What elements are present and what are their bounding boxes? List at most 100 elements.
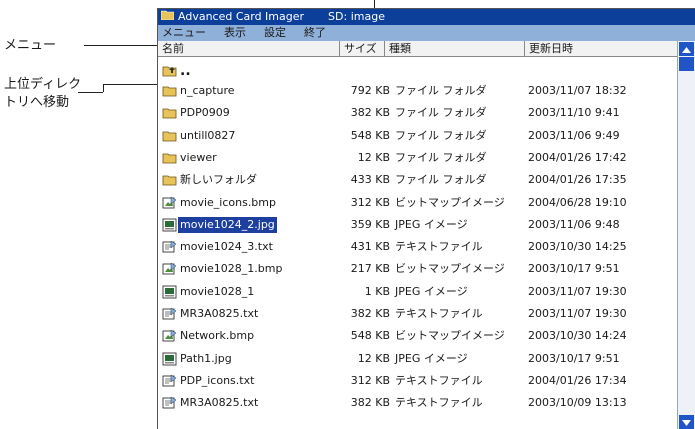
folder-icon xyxy=(160,9,175,25)
file-modified: 2003/10/30 14:24 xyxy=(528,329,627,343)
scroll-up-button[interactable] xyxy=(679,42,694,56)
text-file-icon xyxy=(162,240,177,254)
file-type: JPEG イメージ xyxy=(395,217,468,231)
file-row[interactable]: viewer 12 KB ファイル フォルダ 2004/01/26 17:42 xyxy=(158,148,678,168)
file-modified: 2003/11/10 9:41 xyxy=(528,106,620,120)
folder-icon xyxy=(162,151,177,165)
bitmap-file-icon xyxy=(162,262,177,276)
file-type: テキストファイル xyxy=(395,373,483,387)
file-row[interactable]: MR3A0825.txt 382 KB テキストファイル 2003/11/07 19:… xyxy=(158,304,678,324)
column-name[interactable]: 名前 xyxy=(158,41,340,57)
file-name: MR3A0825.txt xyxy=(180,307,259,320)
file-modified: 2004/01/26 17:35 xyxy=(528,173,627,187)
file-modified: 2004/01/26 17:34 xyxy=(528,373,627,387)
menu-item-exit[interactable]: 終了 xyxy=(304,25,326,41)
file-name: movie1028_1 xyxy=(180,284,255,298)
file-size: 312 KB xyxy=(350,373,390,387)
parent-directory-label: .. xyxy=(180,63,191,79)
file-size: 1 KB xyxy=(364,284,390,298)
folder-icon xyxy=(162,84,177,98)
file-size: 382 KB xyxy=(350,106,390,120)
file-row[interactable]: untill0827 548 KB ファイル フォルダ 2003/11/06 9:49 xyxy=(158,126,678,146)
file-row[interactable]: PDP_icons.txt 312 KB テキストファイル 2004/01/26 17… xyxy=(158,371,678,391)
file-size: 431 KB xyxy=(350,240,390,254)
column-type[interactable]: 種類 xyxy=(385,41,525,57)
file-type: ビットマップイメージ xyxy=(395,262,505,276)
current-path: SD: image xyxy=(328,10,385,23)
file-row[interactable]: movie_icons.bmp 312 KB ビットマップイメージ 2004/06/2… xyxy=(158,193,678,213)
file-type: ファイル フォルダ xyxy=(395,128,487,142)
folder-icon xyxy=(162,129,177,143)
vertical-scrollbar[interactable] xyxy=(677,41,695,429)
file-size: 382 KB xyxy=(350,307,390,320)
callout-up-leader-v xyxy=(103,84,104,92)
file-row[interactable]: 新しいフォルダ 433 KB ファイル フォルダ 2004/01/26 17:35 xyxy=(158,170,678,190)
file-row[interactable]: Network.bmp 548 KB ビットマップイメージ 2003/10/30 14… xyxy=(158,326,678,346)
file-row[interactable]: movie1028_1 1 KB JPEG イメージ 2003/11/07 19:30 xyxy=(158,282,678,302)
arrow-down-icon xyxy=(682,420,691,426)
bitmap-file-icon xyxy=(162,329,177,343)
file-modified: 2003/11/06 9:48 xyxy=(528,217,620,231)
menu-item-menu[interactable]: メニュー xyxy=(162,25,206,41)
parent-directory-row[interactable]: .. xyxy=(158,61,678,81)
file-modified: 2003/10/09 13:13 xyxy=(528,396,627,410)
file-name: movie1024_3.txt xyxy=(180,240,273,254)
file-list: .. n_capture 792 KB ファイル フォルダ 2003/11/07 18… xyxy=(158,61,678,429)
column-modified[interactable]: 更新日時 xyxy=(525,41,678,57)
file-size: 12 KB xyxy=(357,351,390,365)
file-modified: 2004/06/28 19:10 xyxy=(528,195,627,209)
file-type: ファイル フォルダ xyxy=(395,106,487,120)
file-size: 792 KB xyxy=(350,84,390,97)
menu-item-settings[interactable]: 設定 xyxy=(264,25,286,41)
file-modified: 2003/11/06 9:49 xyxy=(528,128,620,142)
text-file-icon xyxy=(162,396,177,410)
app-title: Advanced Card Imager xyxy=(178,10,305,23)
file-name: PDP_icons.txt xyxy=(180,373,255,387)
file-name: Path1.jpg xyxy=(180,351,232,365)
menu-item-view[interactable]: 表示 xyxy=(224,25,246,41)
file-size: 433 KB xyxy=(350,173,390,187)
menu-bar: メニュー 表示 設定 終了 xyxy=(158,25,695,41)
callout-up-leader-h2 xyxy=(103,84,157,85)
file-name: movie_icons.bmp xyxy=(180,195,276,209)
file-type: テキストファイル xyxy=(395,396,483,410)
file-name: 新しいフォルダ xyxy=(180,173,257,187)
jpeg-file-icon xyxy=(162,352,177,366)
file-modified: 2004/01/26 17:42 xyxy=(528,150,627,164)
column-header: 名前 サイズ 種類 更新日時 xyxy=(158,41,678,57)
title-bar: Advanced Card Imager SD: image xyxy=(158,9,695,25)
file-name: viewer xyxy=(180,150,217,164)
file-row[interactable]: MR3A0825.txt 382 KB テキストファイル 2003/10/09 13:… xyxy=(158,393,678,413)
file-type: JPEG イメージ xyxy=(395,284,468,298)
bitmap-file-icon xyxy=(162,196,177,210)
file-type: ファイル フォルダ xyxy=(395,150,487,164)
file-modified: 2003/10/17 9:51 xyxy=(528,351,620,365)
file-row[interactable]: movie1028_1.bmp 217 KB ビットマップイメージ 2003/10/1… xyxy=(158,259,678,279)
file-modified: 2003/11/07 18:32 xyxy=(528,84,627,97)
file-size: 359 KB xyxy=(350,217,390,231)
file-row[interactable]: movie1024_2.jpg 359 KB JPEG イメージ 2003/11/06… xyxy=(158,215,678,235)
file-type: ビットマップイメージ xyxy=(395,329,505,343)
scroll-down-button[interactable] xyxy=(679,415,694,429)
file-type: ファイル フォルダ xyxy=(395,173,487,187)
column-size[interactable]: サイズ xyxy=(340,41,385,57)
callout-menu-leader xyxy=(84,45,157,46)
arrow-up-icon xyxy=(682,47,691,53)
file-browser-window: Advanced Card Imager SD: image メニュー 表示 設… xyxy=(157,8,695,429)
file-size: 548 KB xyxy=(350,128,390,142)
jpeg-file-icon xyxy=(162,285,177,299)
folder-up-icon xyxy=(162,64,177,78)
file-type: テキストファイル xyxy=(395,307,483,320)
file-row[interactable]: movie1024_3.txt 431 KB テキストファイル 2003/10/30 … xyxy=(158,237,678,257)
file-row[interactable]: PDP0909 382 KB ファイル フォルダ 2003/11/10 9:41 xyxy=(158,103,678,123)
file-size: 382 KB xyxy=(350,396,390,410)
file-name: PDP0909 xyxy=(180,106,230,120)
file-modified: 2003/11/07 19:30 xyxy=(528,284,627,298)
scroll-thumb[interactable] xyxy=(679,57,694,71)
file-modified: 2003/10/30 14:25 xyxy=(528,240,627,254)
file-size: 548 KB xyxy=(350,329,390,343)
file-row[interactable]: Path1.jpg 12 KB JPEG イメージ 2003/10/17 9:51 xyxy=(158,349,678,369)
file-row[interactable]: n_capture 792 KB ファイル フォルダ 2003/11/07 18:32 xyxy=(158,81,678,101)
file-type: JPEG イメージ xyxy=(395,351,468,365)
file-type: テキストファイル xyxy=(395,240,483,254)
